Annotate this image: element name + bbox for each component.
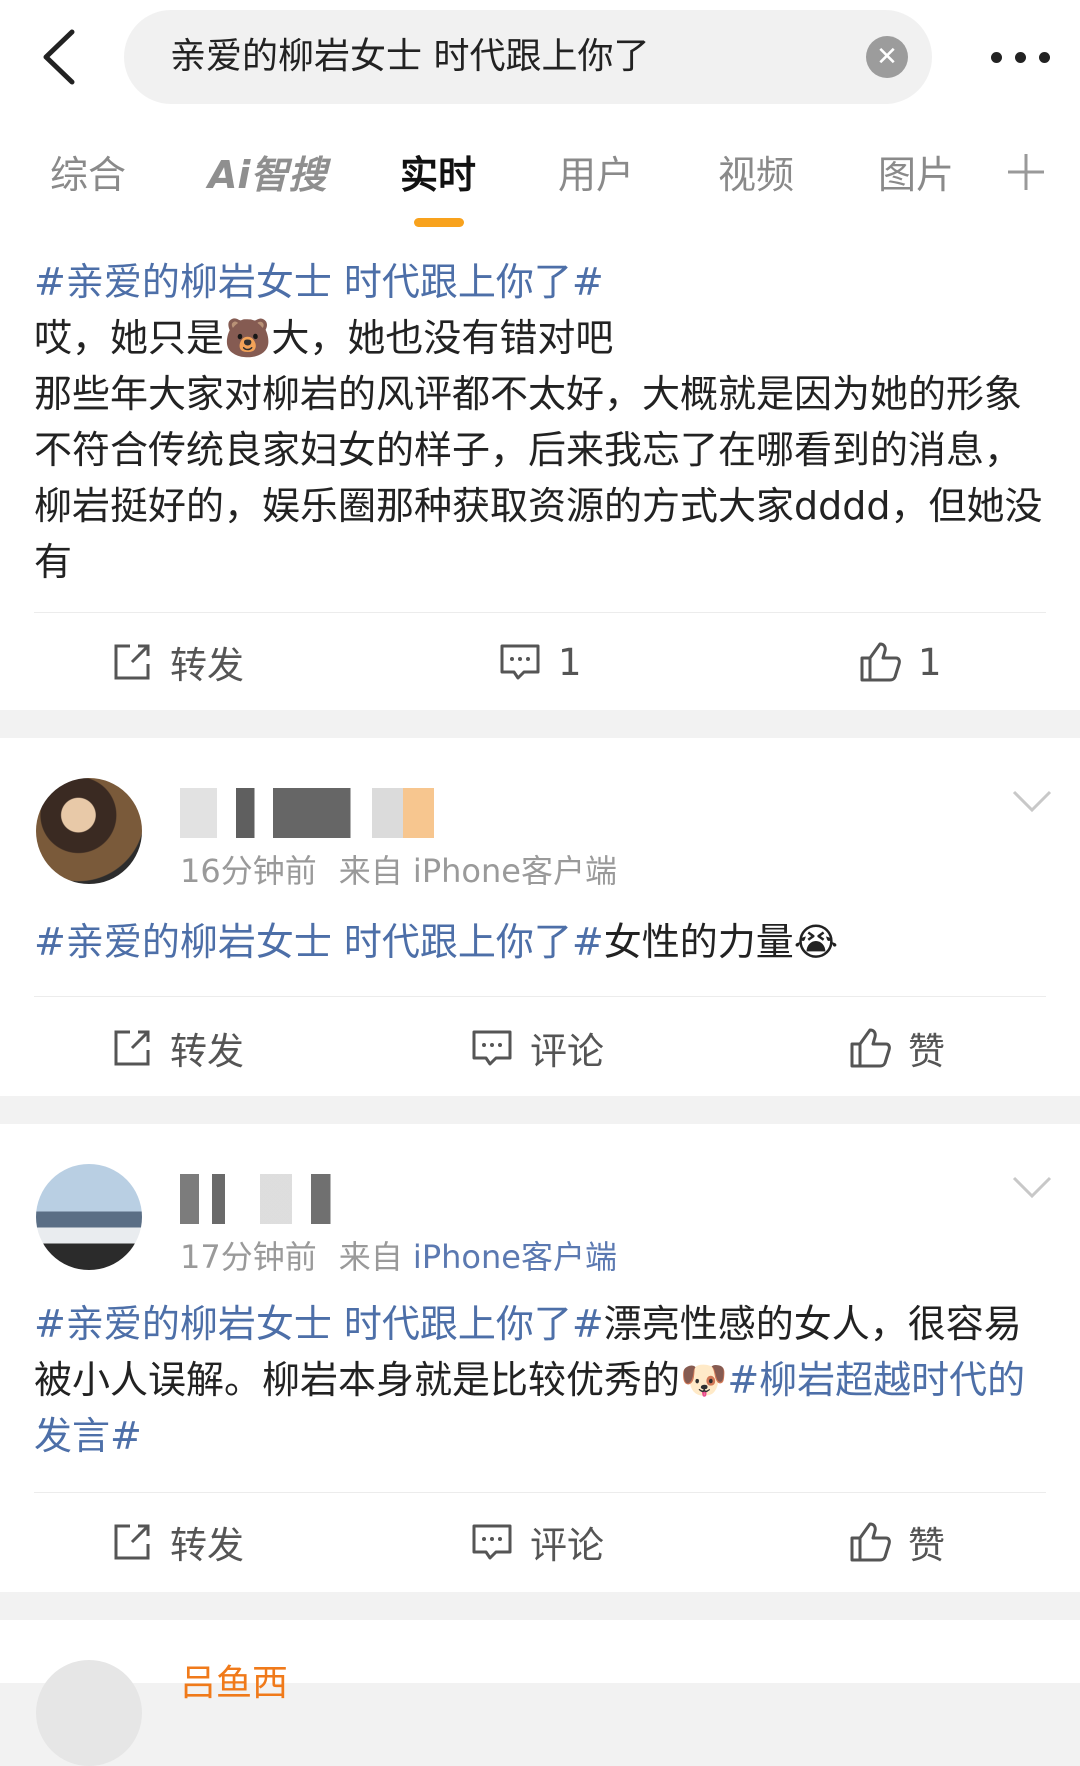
doge-emoji: 🐶 <box>680 1358 728 1402</box>
repost-icon <box>114 1524 150 1560</box>
post-time: 17分钟前 <box>180 1238 317 1276</box>
more-icon[interactable] <box>984 34 1064 78</box>
hashtag-link[interactable]: #亲爱的柳岩女士 时代跟上你了# <box>34 1302 604 1346</box>
tab-ai-search[interactable]: Ai智搜 <box>208 150 326 200</box>
search-tabs: 综合 Ai智搜 实时 用户 视频 图片 <box>0 120 1080 235</box>
username[interactable]: 吕鱼西 <box>180 1654 288 1706</box>
like-button[interactable]: 1 <box>858 614 942 710</box>
username[interactable] <box>180 788 490 838</box>
post-body: 那些年大家对柳岩的风评都不太好，大概就是因为她的形象不符合传统良家妇女的样子，后… <box>34 372 1043 584</box>
thumbs-up-icon <box>850 1028 891 1068</box>
post-content: #亲爱的柳岩女士 时代跟上你了#漂亮性感的女人，很容易被小人误解。柳岩本身就是比… <box>34 1302 1026 1458</box>
post-content: #亲爱的柳岩女士 时代跟上你了# 哎，她只是🐻大，她也没有错对吧 那些年大家对柳… <box>34 254 1044 590</box>
post-card: #亲爱的柳岩女士 时代跟上你了# 哎，她只是🐻大，她也没有错对吧 那些年大家对柳… <box>0 234 1080 710</box>
post-meta: 16分钟前 来自 iPhone客户端 <box>180 852 617 890</box>
comment-icon <box>472 1030 512 1066</box>
post-card: 吕鱼西 <box>0 1620 1080 1766</box>
active-tab-indicator <box>414 218 464 227</box>
comment-button[interactable]: 评论 <box>470 1494 604 1590</box>
post-meta: 17分钟前 来自 iPhone客户端 <box>180 1238 617 1276</box>
comment-button[interactable]: 1 <box>498 614 582 710</box>
clear-icon[interactable]: ✕ <box>866 36 908 78</box>
hashtag-link[interactable]: #亲爱的柳岩女士 时代跟上你了# <box>34 260 604 304</box>
hashtag-link[interactable]: #亲爱的柳岩女士 时代跟上你了# <box>34 920 604 964</box>
chevron-down-icon[interactable] <box>1012 1174 1052 1202</box>
repost-button[interactable]: 转发 <box>110 1000 244 1096</box>
avatar[interactable] <box>36 1660 142 1766</box>
comment-icon <box>500 644 540 680</box>
post-time: 16分钟前 <box>180 852 317 890</box>
post-actions: 转发 评论 赞 <box>0 1494 1080 1590</box>
bear-emoji: 🐻 <box>224 316 272 360</box>
thumbs-up-icon <box>850 1522 891 1562</box>
post-actions: 转发 1 1 <box>0 614 1080 710</box>
comment-button[interactable]: 评论 <box>470 1000 604 1096</box>
post-source: iPhone客户端 <box>412 1238 617 1276</box>
thumbs-up-icon <box>860 642 901 682</box>
post-card: 16分钟前 来自 iPhone客户端 #亲爱的柳岩女士 时代跟上你了#女性的力量😭… <box>0 738 1080 1096</box>
chevron-down-icon[interactable] <box>1012 788 1052 816</box>
crying-emoji: 😭 <box>793 920 839 964</box>
top-bar: 亲爱的柳岩女士 时代跟上你了 ✕ <box>0 0 1080 120</box>
tab-general[interactable]: 综合 <box>50 150 126 200</box>
repost-button[interactable]: 转发 <box>110 614 244 710</box>
repost-button[interactable]: 转发 <box>110 1494 244 1590</box>
comment-count: 1 <box>558 640 582 684</box>
post-content: #亲爱的柳岩女士 时代跟上你了#女性的力量😭 <box>34 920 839 964</box>
like-button[interactable]: 赞 <box>848 1000 945 1096</box>
search-query[interactable]: 亲爱的柳岩女士 时代跟上你了 <box>170 10 649 104</box>
like-count: 1 <box>918 640 942 684</box>
avatar[interactable] <box>36 778 142 884</box>
back-icon[interactable] <box>36 24 96 90</box>
add-tab-icon[interactable] <box>1006 152 1046 192</box>
tab-realtime[interactable]: 实时 <box>400 150 476 200</box>
tab-images[interactable]: 图片 <box>878 150 954 200</box>
divider <box>34 1492 1046 1493</box>
tab-users[interactable]: 用户 <box>558 150 634 200</box>
repost-icon <box>114 644 150 680</box>
like-button[interactable]: 赞 <box>848 1494 945 1590</box>
avatar[interactable] <box>36 1164 142 1270</box>
post-source: iPhone客户端 <box>412 852 617 890</box>
post-actions: 转发 评论 赞 <box>0 1000 1080 1096</box>
tab-videos[interactable]: 视频 <box>718 150 794 200</box>
username[interactable] <box>180 1174 340 1224</box>
search-input[interactable]: 亲爱的柳岩女士 时代跟上你了 ✕ <box>124 10 932 104</box>
repost-icon <box>114 1030 150 1066</box>
divider <box>34 612 1046 613</box>
divider <box>34 996 1046 997</box>
comment-icon <box>472 1524 512 1560</box>
post-card: 17分钟前 来自 iPhone客户端 #亲爱的柳岩女士 时代跟上你了#漂亮性感的女… <box>0 1124 1080 1592</box>
